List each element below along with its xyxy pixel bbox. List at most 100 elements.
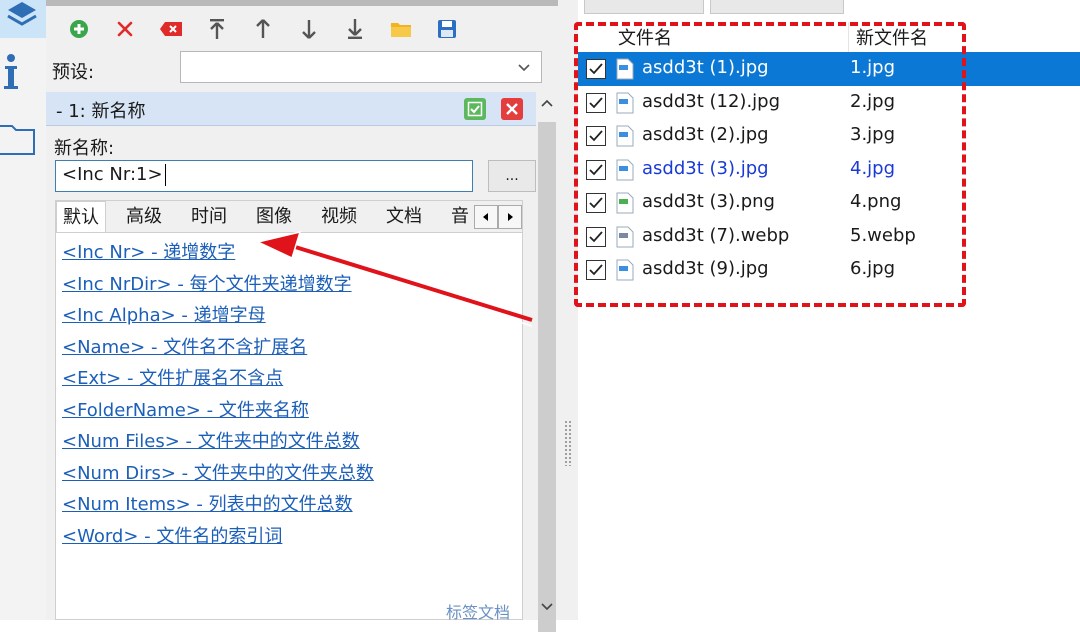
save-button[interactable] [424,14,470,44]
tab-scroll-left-button[interactable] [474,205,498,229]
file-list-panel: 文件名 新文件名 asdd3t (1).jpg 1.jpg asdd3t (12… [578,0,1080,620]
newname-value: <Inc Nr:1> [62,164,163,185]
side-item-info[interactable] [0,50,46,94]
preset-select[interactable] [180,51,542,83]
checkmark-icon [589,197,603,209]
row-checkbox[interactable] [586,226,606,247]
file-toolbar-button-1[interactable] [584,0,704,14]
row-checkbox[interactable] [586,126,606,146]
column-header-name[interactable]: 文件名 [618,24,672,50]
tab-audio[interactable]: 音 [445,201,475,232]
clear-rules-button[interactable] [148,14,194,44]
tab-scroller [474,205,522,229]
rule-header[interactable]: - 1: 新名称 [46,92,536,126]
move-up-button[interactable] [240,14,286,44]
new-file-name: 4.jpg [850,157,896,179]
x-icon [117,21,133,37]
row-checkbox[interactable] [586,59,606,79]
tab-image[interactable]: 图像 [250,201,298,232]
chevron-down-icon [518,64,530,72]
rules-toolbar [56,14,470,44]
checkmark-icon [589,96,603,108]
tag-link-name[interactable]: <Name> - 文件名不含扩展名 [62,332,374,364]
side-item-folder[interactable] [0,118,46,158]
row-checkbox[interactable] [586,159,606,180]
move-down-button[interactable] [286,14,332,44]
file-list-header: 文件名 新文件名 [578,22,1080,52]
new-file-name: 5.webp [850,224,916,246]
scrollbar-thumb[interactable] [538,122,556,632]
file-name: asdd3t (3).png [642,191,775,212]
side-item-rules[interactable] [0,0,46,38]
new-file-name: 6.jpg [850,258,896,279]
text-caret [164,164,166,186]
delete-rule-button[interactable] [102,14,148,44]
rule-header-title: - 1: 新名称 [56,101,146,122]
file-row[interactable]: asdd3t (3).png 4.png [578,186,1080,220]
tag-link-num-files[interactable]: <Num Files> - 文件夹中的文件总数 [62,426,374,458]
tag-link-inc-nr[interactable]: <Inc Nr> - 递增数字 [62,237,374,269]
preset-label: 预设: [52,62,95,83]
file-row[interactable]: asdd3t (12).jpg 2.jpg [578,86,1080,120]
tab-video[interactable]: 视频 [315,201,363,232]
rules-panel: 预设: - 1: 新名称 新名称: <Inc Nr:1> ... 默认 高级 时… [46,0,558,632]
new-file-name: 1.jpg [850,57,896,78]
remove-rule-button[interactable] [501,98,523,120]
rules-scrollbar[interactable] [536,92,558,632]
file-name: asdd3t (7).webp [642,224,790,246]
checkmark-icon [589,264,603,276]
move-bottom-button[interactable] [332,14,378,44]
close-icon [506,103,518,115]
scroll-down-icon[interactable] [540,602,554,612]
tab-scroll-right-button[interactable] [498,205,522,229]
tag-link-word[interactable]: <Word> - 文件名的索引词 [62,521,374,553]
tag-link-inc-nrdir[interactable]: <Inc NrDir> - 每个文件夹递增数字 [62,269,374,301]
move-bottom-icon [348,19,362,39]
tag-list: <Inc Nr> - 递增数字 <Inc NrDir> - 每个文件夹递增数字 … [62,237,374,552]
panel-splitter[interactable] [558,0,578,620]
tag-link-ext[interactable]: <Ext> - 文件扩展名不含点 [62,363,374,395]
floppy-disk-icon [438,20,456,38]
newname-input[interactable]: <Inc Nr:1> [55,160,473,192]
file-toolbar-button-2[interactable] [710,0,844,14]
tab-default[interactable]: 默认 [56,201,106,232]
jpg-file-icon [616,92,634,113]
top-band [46,0,558,6]
new-file-name: 4.png [850,191,902,212]
jpg-file-icon [616,125,634,147]
move-top-button[interactable] [194,14,240,44]
splitter-grip[interactable] [564,420,572,466]
row-checkbox[interactable] [586,92,606,113]
file-row[interactable]: asdd3t (1).jpg 1.jpg [578,52,1080,86]
tab-time[interactable]: 时间 [185,201,233,232]
browse-button[interactable]: ... [488,160,536,192]
folder-outline-icon [0,125,35,155]
tab-advanced[interactable]: 高级 [120,201,168,232]
open-folder-button[interactable] [378,14,424,44]
tag-link-num-dirs[interactable]: <Num Dirs> - 文件夹中的文件夹总数 [62,458,374,490]
jpg-file-icon [616,159,634,180]
column-header-newname[interactable]: 新文件名 [856,24,928,50]
check-icon [467,101,483,117]
file-row[interactable]: asdd3t (2).jpg 3.jpg [578,119,1080,153]
enable-rule-button[interactable] [464,98,486,120]
tag-link-inc-alpha[interactable]: <Inc Alpha> - 递增字母 [62,300,374,332]
checkmark-icon [589,63,603,75]
file-row[interactable]: asdd3t (9).jpg 6.jpg [578,253,1080,287]
add-rule-button[interactable] [56,14,102,44]
tag-link-num-items[interactable]: <Num Items> - 列表中的文件总数 [62,489,374,521]
row-checkbox[interactable] [586,260,606,280]
checkmark-icon [589,230,603,242]
file-row[interactable]: asdd3t (3).jpg 4.jpg [578,153,1080,187]
tab-document[interactable]: 文档 [380,201,428,232]
new-file-name: 3.jpg [850,124,896,145]
checkmark-icon [589,130,603,142]
row-checkbox[interactable] [586,193,606,213]
tag-tab-panel: 默认 高级 时间 图像 视频 文档 音 <Inc Nr> - 递增数字 <Inc… [55,200,523,623]
tag-docs-link[interactable]: 标签文档 [446,599,510,623]
scroll-up-icon[interactable] [540,98,554,108]
png-file-icon [616,192,634,214]
triangle-right-icon [508,213,513,221]
tag-link-foldername[interactable]: <FolderName> - 文件夹名称 [62,395,374,427]
file-row[interactable]: asdd3t (7).webp 5.webp [578,220,1080,254]
